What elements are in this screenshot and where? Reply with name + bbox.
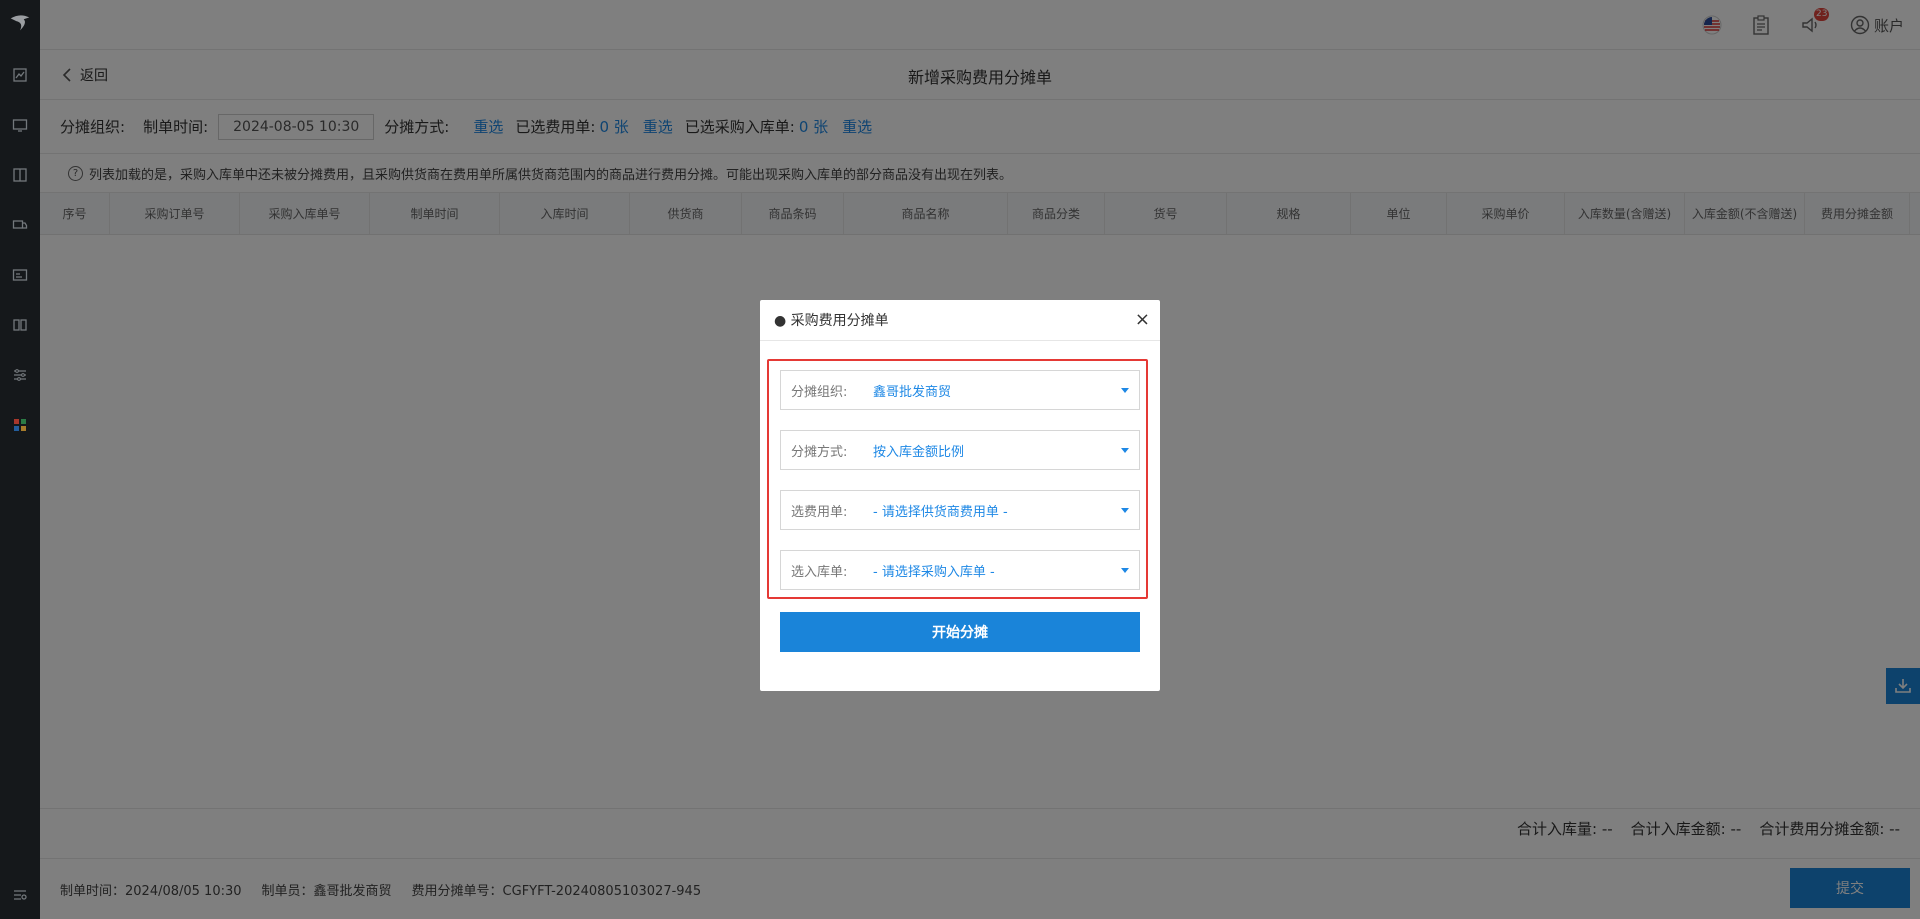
method-select[interactable]: 分摊方式: 按入库金额比例 xyxy=(780,430,1140,470)
org-select-value: 鑫哥批发商贸 xyxy=(873,384,952,400)
caret-down-icon xyxy=(1121,448,1129,453)
allocation-dialog: ● 采购费用分摊单 × 分摊组织: 鑫哥批发商贸 分摊方式: 按入库金额比例 选… xyxy=(760,300,1160,691)
org-select-label: 分摊组织: xyxy=(791,384,848,400)
caret-down-icon xyxy=(1121,388,1129,393)
sidebar-overlay xyxy=(0,0,40,919)
method-select-label: 分摊方式: xyxy=(791,444,848,460)
start-allocation-button[interactable]: 开始分摊 xyxy=(780,612,1140,652)
stock-select[interactable]: 选入库单: - 请选择采购入库单 - xyxy=(780,550,1140,590)
stock-select-value: - 请选择采购入库单 - xyxy=(873,564,995,580)
stock-select-label: 选入库单: xyxy=(791,564,848,580)
method-select-value: 按入库金额比例 xyxy=(873,444,965,460)
caret-down-icon xyxy=(1121,568,1129,573)
org-select[interactable]: 分摊组织: 鑫哥批发商贸 xyxy=(780,370,1140,410)
caret-down-icon xyxy=(1121,508,1129,513)
fee-select-value: - 请选择供货商费用单 - xyxy=(873,504,1008,520)
dialog-title: ● 采购费用分摊单 xyxy=(774,313,889,329)
fee-select[interactable]: 选费用单: - 请选择供货商费用单 - xyxy=(780,490,1140,530)
close-icon[interactable]: × xyxy=(1135,310,1150,330)
dialog-header: ● 采购费用分摊单 × xyxy=(760,300,1160,341)
fee-select-label: 选费用单: xyxy=(791,504,848,520)
